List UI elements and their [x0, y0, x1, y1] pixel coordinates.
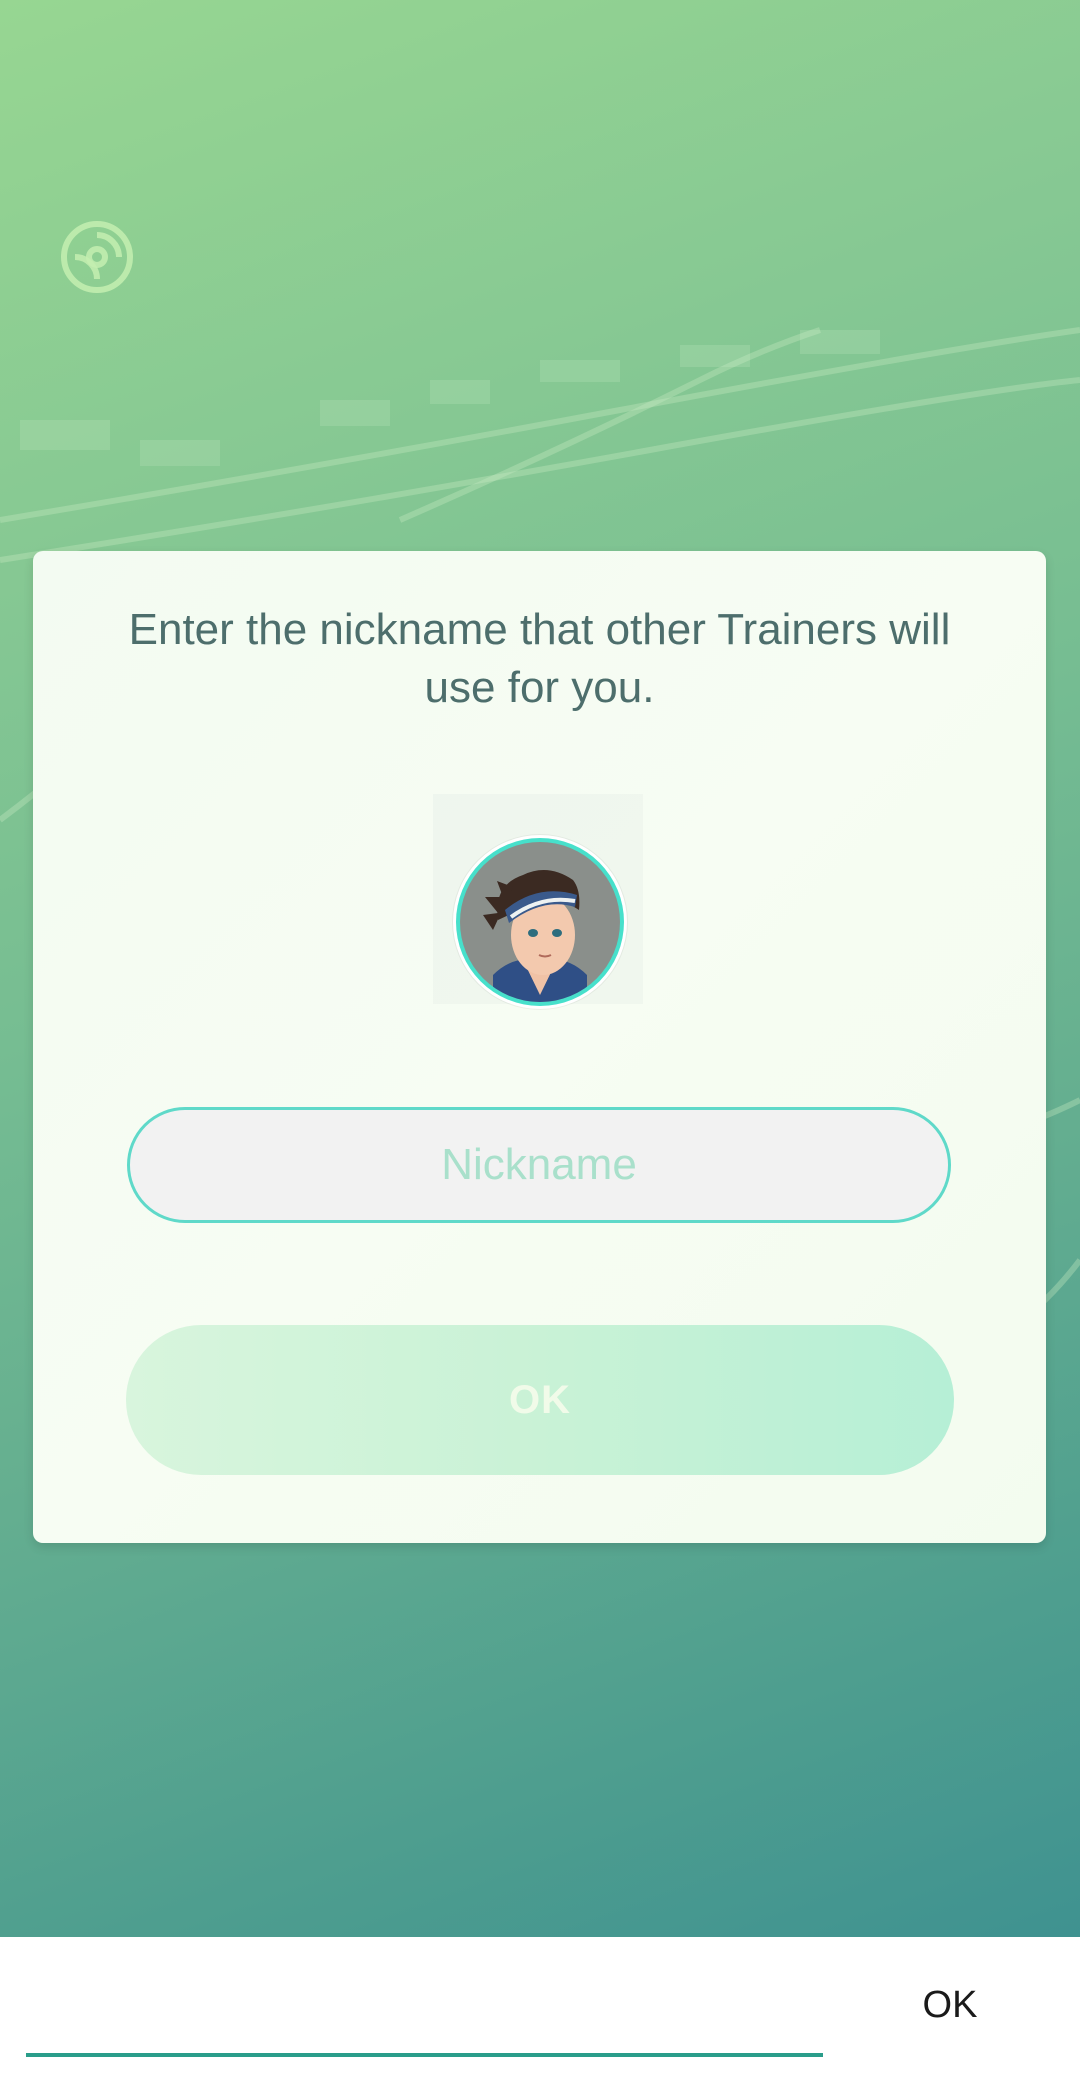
- ok-button[interactable]: OK: [126, 1325, 954, 1475]
- dialog-message: Enter the nickname that other Trainers w…: [128, 605, 951, 712]
- nickname-input[interactable]: [127, 1107, 951, 1223]
- nickname-screen: Enter the nickname that other Trainers w…: [0, 0, 1080, 2085]
- keyboard-ok-button[interactable]: OK: [880, 1959, 1020, 2051]
- keyboard-text-field[interactable]: [26, 1957, 823, 2057]
- trainer-avatar-icon: [456, 838, 624, 1006]
- nickname-dialog: Enter the nickname that other Trainers w…: [33, 551, 1046, 1543]
- keyboard-input-bar: OK: [0, 1937, 1080, 2085]
- trainer-avatar: [453, 835, 627, 1009]
- pokeball-icon[interactable]: [58, 218, 136, 296]
